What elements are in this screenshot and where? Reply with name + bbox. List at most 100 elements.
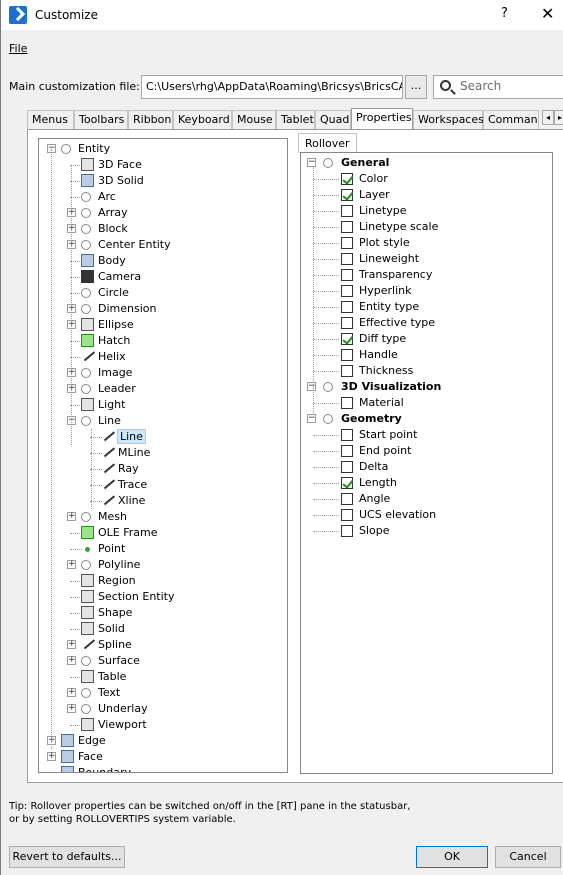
tree-item[interactable]: + Leader: [39, 381, 287, 397]
expand-icon[interactable]: +: [67, 688, 76, 697]
tab-scroll-left-button[interactable]: ◂: [542, 110, 554, 125]
tree-item[interactable]: + Ellipse: [39, 317, 287, 333]
rollover-property-item[interactable]: Effective type: [301, 315, 551, 331]
property-checkbox[interactable]: [341, 317, 353, 329]
rollover-group[interactable]: − 3D Visualization: [301, 379, 551, 395]
tree-item[interactable]: Xline: [39, 490, 287, 509]
tab-comman[interactable]: Comman: [483, 110, 539, 129]
property-checkbox[interactable]: [341, 525, 353, 537]
tree-item[interactable]: + Center Entity: [39, 237, 287, 253]
rollover-property-item[interactable]: Linetype scale: [301, 219, 551, 235]
property-checkbox[interactable]: [341, 301, 353, 313]
tree-item[interactable]: − Line: [39, 413, 287, 429]
rollover-property-item[interactable]: Length: [301, 475, 551, 491]
property-checkbox[interactable]: [341, 253, 353, 265]
tree-item[interactable]: + Surface: [39, 653, 287, 669]
tree-item[interactable]: + Polyline: [39, 557, 287, 573]
property-checkbox[interactable]: [341, 477, 353, 489]
rollover-property-item[interactable]: Color: [301, 171, 551, 187]
collapse-icon[interactable]: −: [307, 414, 316, 423]
tab-workspaces[interactable]: Workspaces: [413, 110, 484, 129]
expand-icon[interactable]: +: [67, 704, 76, 713]
rollover-property-item[interactable]: Hyperlink: [301, 283, 551, 299]
rollover-property-item[interactable]: End point: [301, 443, 551, 459]
property-checkbox[interactable]: [341, 237, 353, 249]
tree-item[interactable]: Arc: [39, 189, 287, 205]
tab-tablet[interactable]: Tablet: [276, 110, 315, 129]
tree-item[interactable]: + Spline: [39, 634, 287, 653]
rollover-group[interactable]: − General: [301, 155, 551, 171]
rollover-property-item[interactable]: Handle: [301, 347, 551, 363]
property-checkbox[interactable]: [341, 365, 353, 377]
rollover-property-item[interactable]: Material: [301, 395, 551, 411]
collapse-icon[interactable]: −: [307, 382, 316, 391]
tab-rollover[interactable]: Rollover: [298, 133, 357, 153]
property-checkbox[interactable]: [341, 509, 353, 521]
rollover-property-item[interactable]: Entity type: [301, 299, 551, 315]
tree-item[interactable]: − Entity: [39, 141, 287, 157]
tree-item[interactable]: Helix: [39, 346, 287, 365]
cancel-button[interactable]: Cancel: [495, 846, 561, 868]
tab-menus[interactable]: Menus: [27, 110, 74, 129]
tree-item[interactable]: + Face: [39, 749, 287, 765]
tree-item[interactable]: Hatch: [39, 333, 287, 349]
tab-scroll-right-button[interactable]: ▸: [554, 110, 563, 125]
help-button[interactable]: ?: [501, 6, 508, 21]
tree-item[interactable]: Circle: [39, 285, 287, 301]
expand-icon[interactable]: +: [67, 640, 76, 649]
tree-item[interactable]: Light: [39, 397, 287, 413]
rollover-group[interactable]: − Geometry: [301, 411, 551, 427]
tree-item[interactable]: + Image: [39, 365, 287, 381]
tree-item[interactable]: 3D Solid: [39, 173, 287, 189]
tree-item[interactable]: OLE Frame: [39, 525, 287, 541]
expand-icon[interactable]: +: [67, 512, 76, 521]
property-checkbox[interactable]: [341, 173, 353, 185]
tree-item[interactable]: Body: [39, 253, 287, 269]
rollover-property-item[interactable]: UCS elevation: [301, 507, 551, 523]
property-checkbox[interactable]: [341, 429, 353, 441]
customization-file-input[interactable]: C:\Users\rhg\AppData\Roaming\Bricsys\Bri…: [141, 75, 403, 99]
rollover-property-item[interactable]: Linetype: [301, 203, 551, 219]
tree-item[interactable]: Section Entity: [39, 589, 287, 605]
browse-button[interactable]: ...: [405, 75, 427, 99]
rollover-property-item[interactable]: Diff type: [301, 331, 551, 347]
tree-item[interactable]: Boundary: [39, 765, 287, 772]
tree-item[interactable]: Camera: [39, 269, 287, 285]
tree-item[interactable]: Region: [39, 573, 287, 589]
tree-item[interactable]: + Text: [39, 685, 287, 701]
entity-tree[interactable]: − Entity 3D Face 3D Solid Arc + Array + Block + Ce…: [38, 138, 288, 773]
tree-item[interactable]: MLine: [39, 442, 287, 461]
rollover-property-item[interactable]: Transparency: [301, 267, 551, 283]
tree-item[interactable]: + Block: [39, 221, 287, 237]
tree-item[interactable]: Line: [39, 426, 287, 445]
rollover-property-item[interactable]: Lineweight: [301, 251, 551, 267]
tree-item[interactable]: Solid: [39, 621, 287, 637]
revert-to-defaults-button[interactable]: Revert to defaults...: [9, 846, 125, 868]
close-button[interactable]: ✕: [541, 4, 554, 23]
ok-button[interactable]: OK: [416, 846, 488, 868]
rollover-properties-list[interactable]: − General Color Layer Linetype Linetype scale…: [300, 152, 553, 774]
property-checkbox[interactable]: [341, 349, 353, 361]
property-checkbox[interactable]: [341, 493, 353, 505]
property-checkbox[interactable]: [341, 285, 353, 297]
tree-item[interactable]: Viewport: [39, 717, 287, 733]
property-checkbox[interactable]: [341, 333, 353, 345]
rollover-property-item[interactable]: Start point: [301, 427, 551, 443]
property-checkbox[interactable]: [341, 397, 353, 409]
tab-ribbon[interactable]: Ribbon: [128, 110, 173, 129]
property-checkbox[interactable]: [341, 445, 353, 457]
property-checkbox[interactable]: [341, 269, 353, 281]
rollover-property-item[interactable]: Angle: [301, 491, 551, 507]
tree-item[interactable]: + Underlay: [39, 701, 287, 717]
tree-item[interactable]: 3D Face: [39, 157, 287, 173]
tree-item[interactable]: Shape: [39, 605, 287, 621]
rollover-property-item[interactable]: Thickness: [301, 363, 551, 379]
tree-item[interactable]: + Dimension: [39, 301, 287, 317]
rollover-property-item[interactable]: Delta: [301, 459, 551, 475]
rollover-property-item[interactable]: Slope: [301, 523, 551, 539]
rollover-property-item[interactable]: Plot style: [301, 235, 551, 251]
tab-mouse[interactable]: Mouse: [232, 110, 276, 129]
tree-item[interactable]: + Array: [39, 205, 287, 221]
tree-item[interactable]: + Mesh: [39, 509, 287, 525]
tree-item[interactable]: Trace: [39, 474, 287, 493]
